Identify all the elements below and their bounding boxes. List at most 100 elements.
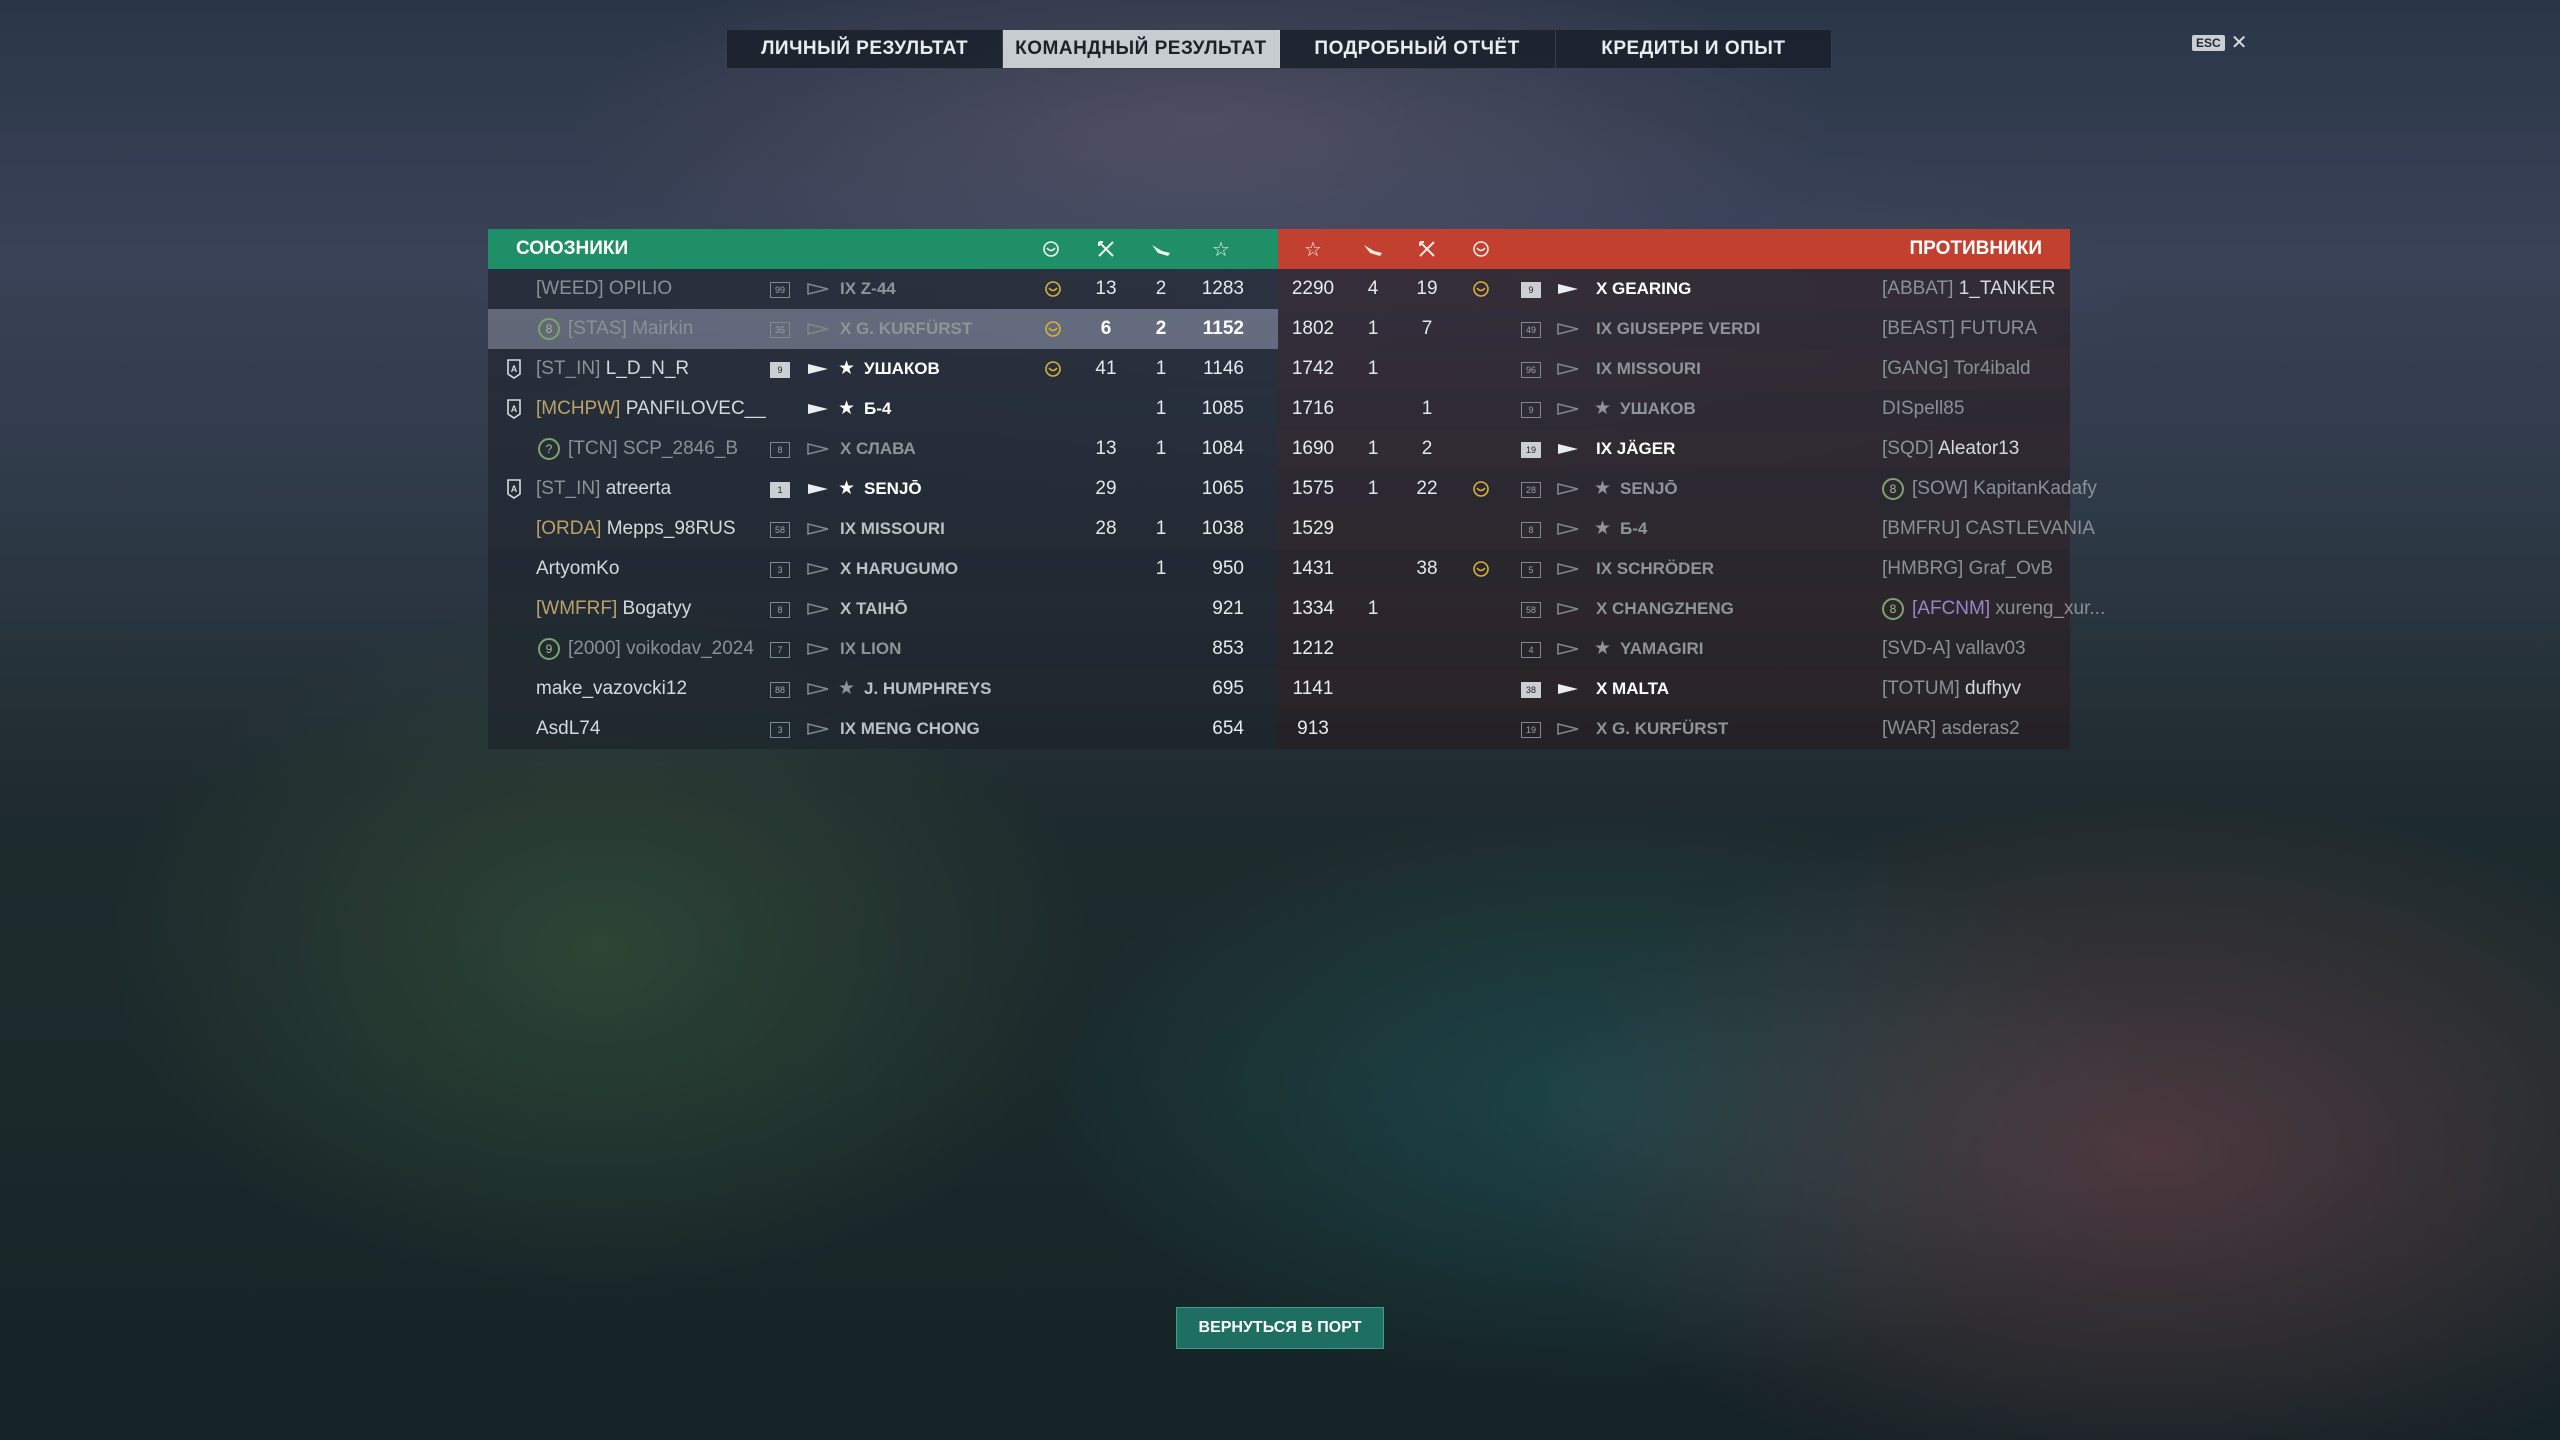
nickname: xureng_xur... — [1995, 598, 2106, 619]
rank-badge-icon: 8 — [1882, 478, 1904, 500]
nickname: FUTURA — [1960, 318, 2038, 339]
kills-value: 13 — [1095, 438, 1117, 459]
planes-value: 1 — [1367, 598, 1379, 619]
tab-4[interactable]: КРЕДИТЫ И ОПЫТ — [1556, 30, 1831, 68]
star-icon: ★ — [1594, 638, 1612, 659]
ship-class-icon — [806, 400, 830, 418]
score-value: 1802 — [1291, 318, 1335, 339]
player-name: [ST_IN] atreerta — [536, 478, 671, 500]
star-icon: ★ — [838, 478, 856, 499]
clan-tag: [SOW] — [1912, 478, 1968, 499]
ally-row[interactable]: [WEED] OPILIO 99 IX Z-44 13 2 1283 — [488, 269, 1278, 309]
laurel-medal-icon — [1040, 238, 1062, 260]
score-value: 1065 — [1201, 478, 1244, 499]
kills-value: 38 — [1416, 558, 1438, 579]
tab-3[interactable]: ПОДРОБНЫЙ ОТЧЁТ — [1280, 30, 1556, 68]
ally-row[interactable]: [ORDA] Mepps_98RUS 58 IX MISSOURI 28 1 1038 — [488, 509, 1278, 549]
enemy-row[interactable]: 1575 1 22 28 ★ SENJŌ 8 [SOW] KapitanKadafy — [1278, 469, 2097, 509]
close-button[interactable]: ESC ✕ — [2192, 32, 2248, 54]
enemy-row[interactable]: 1529 8 ★ Б-4 [BMFRU] CASTLEVANIA — [1278, 509, 2095, 549]
laurel-medal-icon — [1471, 479, 1491, 499]
ship-class-icon — [806, 440, 830, 458]
close-icon: ✕ — [2230, 32, 2248, 54]
ally-row[interactable]: 9 [2000] voikodav_2024 7 IX LION 853 — [488, 629, 1278, 669]
enemy-row[interactable]: 1716 1 9 ★ УШАКОВ DISpell85 — [1278, 389, 2070, 429]
level-badge: 38 — [1521, 682, 1541, 698]
score-value: 1085 — [1201, 398, 1244, 419]
clan-tag: [2000] — [568, 638, 621, 659]
ally-row[interactable]: 8 [STAS] Mairkin 35 X G. KURFÜRST 6 2 1152 — [488, 309, 1278, 349]
level-badge: 8 — [770, 442, 790, 458]
enemy-row[interactable]: 1334 1 58 X CHANGZHENG 8 [AFCNM] xureng_xur..… — [1278, 589, 2105, 629]
score-value: 695 — [1212, 678, 1244, 699]
planes-value: 1 — [1367, 478, 1379, 499]
level-badge: 7 — [770, 642, 790, 658]
star-icon: ☆ — [1212, 238, 1230, 261]
ally-row[interactable]: [WMFRF] Bogatyy 8 X TAIHŌ 921 — [488, 589, 1278, 629]
tab-1[interactable]: ЛИЧНЫЙ РЕЗУЛЬТАТ — [727, 30, 1004, 68]
laurel-medal-icon — [1043, 319, 1063, 339]
score-value: 1529 — [1291, 518, 1335, 539]
player-name: [WEED] OPILIO — [536, 278, 672, 300]
ship-class-icon — [806, 680, 830, 698]
ally-row[interactable]: AsdL74 3 IX MENG CHONG 654 — [488, 709, 1278, 749]
player-name: [SOW] KapitanKadafy — [1912, 478, 2097, 500]
return-to-port-button[interactable]: ВЕРНУТЬСЯ В ПОРТ — [1176, 1307, 1384, 1349]
player-name: [MCHPW] PANFILOVEC__ — [536, 398, 766, 420]
nickname: PANFILOVEC__ — [625, 398, 766, 419]
nickname: Mepps_98RUS — [606, 518, 736, 539]
ship-name: X HARUGUMO — [840, 559, 959, 578]
ship-name: Б-4 — [864, 399, 892, 418]
esc-key-label: ESC — [2192, 35, 2225, 51]
star-icon: ★ — [838, 398, 856, 419]
ship-name: YAMAGIRI — [1620, 639, 1704, 658]
ship-class-icon — [1556, 280, 1580, 298]
ship-name: X CHANGZHENG — [1596, 599, 1734, 618]
ship-class-icon — [1556, 400, 1580, 418]
ally-row[interactable]: ? [TCN] SCP_2846_B 8 X СЛАВА 13 1 1084 — [488, 429, 1278, 469]
enemy-row[interactable]: 1690 1 2 19 IX JÄGER [SQD] Aleator13 — [1278, 429, 2070, 469]
ship-name: SENJŌ — [864, 479, 922, 498]
clan-tag: [ABBAT] — [1882, 278, 1954, 299]
player-name: [SVD-A] vallav03 — [1882, 638, 2026, 660]
ally-row[interactable]: A [MCHPW] PANFILOVEC__ ★ Б-4 1 1085 — [488, 389, 1278, 429]
enemy-row[interactable]: 1802 1 7 49 IX GIUSEPPE VERDI [BEAST] FUTURA — [1278, 309, 2070, 349]
star-icon: ★ — [1594, 398, 1612, 419]
svg-text:A: A — [511, 364, 518, 374]
level-badge: 8 — [770, 602, 790, 618]
enemy-row[interactable]: 1431 38 5 IX SCHRÖDER [HMBRG] Graf_OvB — [1278, 549, 2070, 589]
ship-class-icon — [806, 480, 830, 498]
ally-row[interactable]: ArtyomKo 3 X HARUGUMO 1 950 — [488, 549, 1278, 589]
level-badge: 8 — [1521, 522, 1541, 538]
clan-tag: [HMBRG] — [1882, 558, 1964, 579]
player-name: [HMBRG] Graf_OvB — [1882, 558, 2053, 580]
nickname: KapitanKadafy — [1973, 478, 2097, 499]
ship-name: IX GIUSEPPE VERDI — [1596, 319, 1761, 338]
score-value: 913 — [1297, 718, 1329, 739]
ally-row[interactable]: A [ST_IN] atreerta 1 ★ SENJŌ 29 1065 — [488, 469, 1278, 509]
ship-class-icon — [1556, 480, 1580, 498]
tab-2[interactable]: КОМАНДНЫЙ РЕЗУЛЬТАТ — [1003, 30, 1280, 68]
plane-icon — [1150, 238, 1172, 260]
nickname: DISpell85 — [1882, 398, 1965, 419]
nickname: 1_TANKER — [1958, 278, 2056, 299]
enemy-row[interactable]: 2290 4 19 9 X GEARING [ABBAT] 1_TANKER — [1278, 269, 2070, 309]
svg-text:A: A — [511, 404, 518, 414]
division-flag-icon: A — [506, 359, 522, 379]
level-badge: 9 — [1521, 282, 1541, 298]
allies-list: [WEED] OPILIO 99 IX Z-44 13 2 1283 8 [STAS] Mai… — [488, 269, 1278, 749]
ally-row[interactable]: make_vazovcki12 88 ★ J. HUMPHREYS 695 — [488, 669, 1278, 709]
player-name: [ORDA] Mepps_98RUS — [536, 518, 736, 540]
enemy-row[interactable]: 1212 4 ★ YAMAGIRI [SVD-A] vallav03 — [1278, 629, 2070, 669]
plane-icon — [1362, 238, 1384, 260]
ally-row[interactable]: A [ST_IN] L_D_N_R 9 ★ УШАКОВ 41 1 1146 — [488, 349, 1278, 389]
ship-class-icon — [1556, 360, 1580, 378]
nickname: ArtyomKo — [536, 558, 620, 579]
enemy-row[interactable]: 1742 1 96 IX MISSOURI [GANG] Tor4ibald — [1278, 349, 2070, 389]
enemy-row[interactable]: 913 19 X G. KURFÜRST [WAR] asderas2 — [1278, 709, 2070, 749]
ship-name: Б-4 — [1620, 519, 1648, 538]
level-badge: 4 — [1521, 642, 1541, 658]
enemy-row[interactable]: 1141 38 X MALTA [TOTUM] dufhyv — [1278, 669, 2070, 709]
score-value: 1431 — [1291, 558, 1335, 579]
clan-tag: [STAS] — [568, 318, 627, 339]
